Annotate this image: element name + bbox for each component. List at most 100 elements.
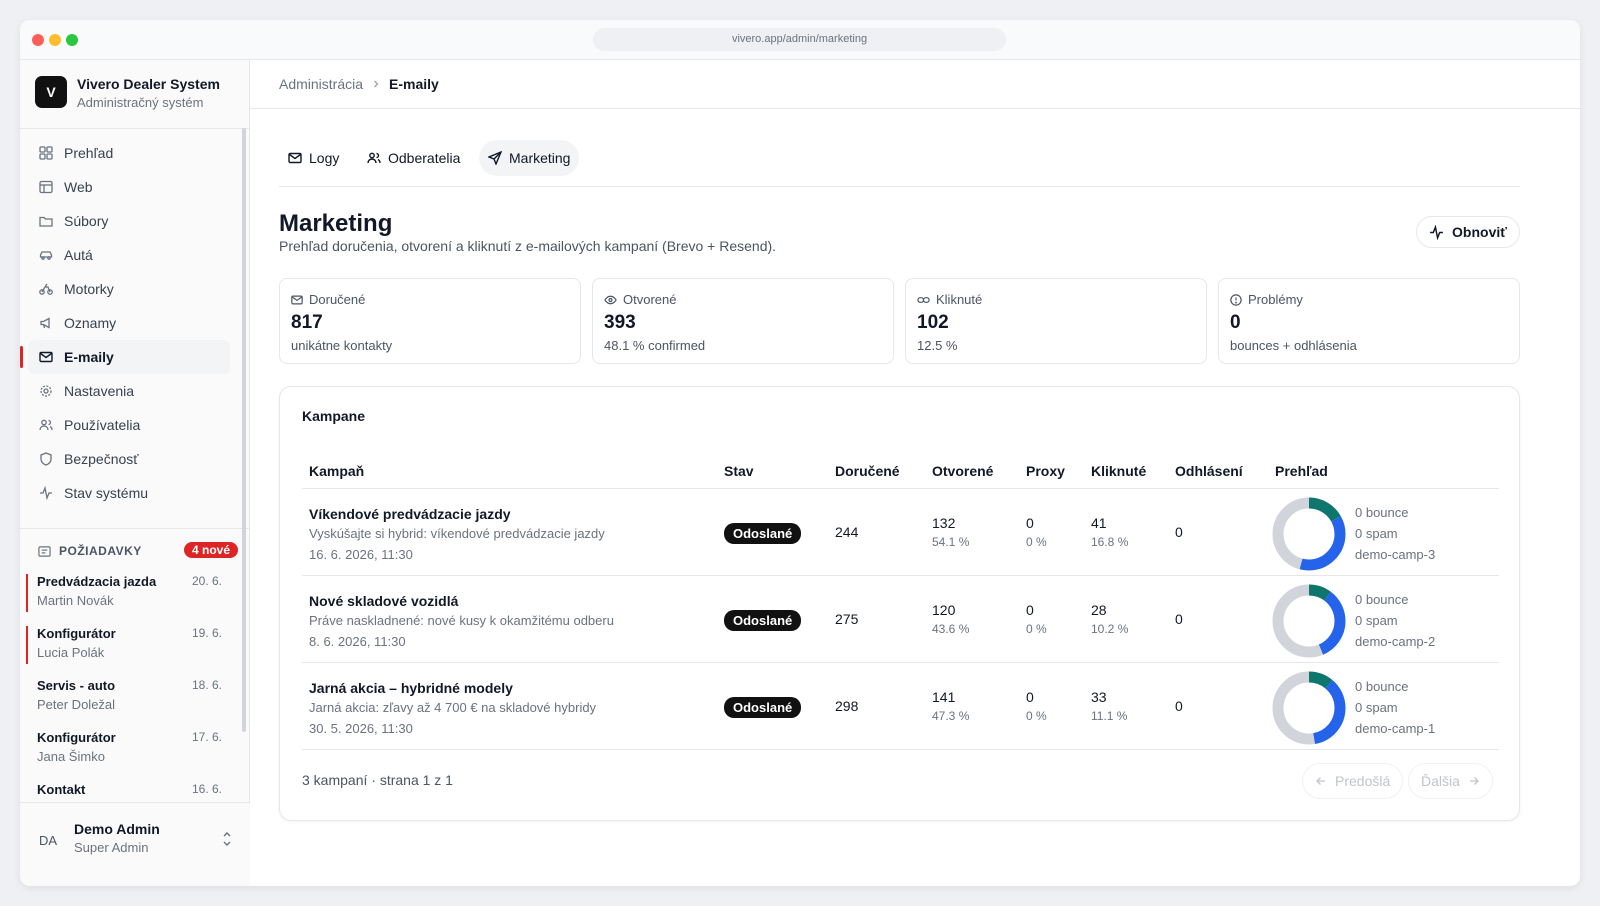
user-role: Super Admin — [74, 840, 149, 855]
campaign-tag: demo-camp-2 — [1355, 634, 1436, 649]
minimize-window-button[interactable] — [49, 34, 61, 46]
divider — [20, 528, 250, 529]
sidebar-item-pouzivatelia[interactable]: Používatelia — [28, 408, 230, 442]
column-header: Doručené — [835, 463, 900, 479]
page-description: Prehľad doručenia, otvorení a kliknutí z… — [279, 238, 777, 254]
table-row[interactable]: Nové skladové vozidlá Práve naskladnené:… — [302, 576, 1499, 663]
address-bar[interactable]: vivero.app/admin/marketing — [593, 28, 1006, 51]
sidebar-item-label: E-maily — [64, 349, 114, 365]
tab-logy[interactable]: Logy — [279, 140, 348, 176]
campaign-donut-chart — [1272, 584, 1346, 658]
stat-label-text: Kliknuté — [936, 292, 983, 307]
arrow-left-icon — [1315, 775, 1327, 787]
sidebar-item-label: Bezpečnosť — [64, 451, 139, 467]
clicked-percent: 11.1 % — [1091, 709, 1128, 723]
campaign-date: 8. 6. 2026, 11:30 — [309, 634, 406, 649]
campaign-tag: demo-camp-1 — [1355, 721, 1436, 736]
proxy-count: 0 — [1026, 689, 1034, 705]
clicked-percent: 16.8 % — [1091, 535, 1129, 549]
request-item[interactable]: Servis - auto 18. 6. Peter Doležal — [26, 678, 230, 730]
sidebar-item-label: Prehľad — [64, 145, 114, 161]
spam-count: 0 spam — [1355, 526, 1398, 541]
stat-value: 393 — [604, 312, 636, 333]
sidebar-item-label: Súbory — [64, 213, 109, 229]
layout-icon — [38, 179, 54, 195]
request-item[interactable]: Predvádzacia jazda 20. 6. Martin Novák — [26, 574, 230, 626]
column-header: Stav — [724, 463, 754, 479]
sidebar-item-label: Nastavenia — [64, 383, 135, 399]
topbar: Administrácia E-maily — [250, 60, 1580, 109]
next-page-button[interactable]: Ďalšia — [1408, 763, 1493, 799]
sidebar-item-stav-systemu[interactable]: Stav systému — [28, 476, 230, 510]
tab-label: Logy — [309, 150, 340, 166]
request-type: Kontakt — [37, 782, 86, 797]
spam-count: 0 spam — [1355, 613, 1398, 628]
request-item[interactable]: Konfigurátor 17. 6. Jana Šimko — [26, 730, 230, 782]
table-row[interactable]: Jarná akcia – hybridné modely Jarná akci… — [302, 663, 1499, 750]
campaigns-card: Kampane Kampaň Stav Doručené Otvorené Pr… — [279, 386, 1520, 821]
alert-circle-icon — [1230, 293, 1242, 306]
user-menu[interactable]: DA Demo Admin Super Admin — [20, 802, 250, 886]
request-contact: Peter Doležal — [37, 697, 116, 712]
delivered-count: 275 — [835, 611, 859, 627]
stat-label: Kliknuté — [917, 292, 982, 307]
sidebar-item-nastavenia[interactable]: Nastavenia — [28, 374, 230, 408]
campaign-donut-chart — [1272, 671, 1346, 745]
unsubscribed-count: 0 — [1175, 698, 1183, 714]
stat-card-delivered: Doručené 817 unikátne kontakty — [279, 278, 581, 364]
previous-page-button[interactable]: Predošlá — [1302, 763, 1404, 799]
request-date: 19. 6. — [191, 626, 222, 640]
campaign-subject: Práve naskladnené: nové kusy k okamžitém… — [309, 613, 614, 628]
stat-label-text: Otvorené — [623, 292, 677, 307]
avatar: DA — [38, 833, 58, 848]
request-type: Konfigurátor — [37, 730, 116, 745]
mail-icon — [288, 151, 302, 165]
column-header: Odhlásení — [1175, 463, 1243, 479]
sidebar-nav: Prehľad Web Súbory Autá Motorky Oznamy E… — [20, 136, 230, 510]
request-item[interactable]: Kontakt 16. 6. — [26, 782, 230, 804]
opened-percent: 43.6 % — [932, 622, 970, 636]
brand-title: Vivero Dealer System — [77, 76, 220, 92]
stat-card-opened: Otvorené 393 48.1 % confirmed — [592, 278, 894, 364]
stat-card-problems: Problémy 0 bounces + odhlásenia — [1218, 278, 1520, 364]
sidebar-item-prehlad[interactable]: Prehľad — [28, 136, 230, 170]
shield-icon — [38, 451, 54, 467]
link-icon — [917, 294, 930, 306]
refresh-button[interactable]: Obnoviť — [1416, 216, 1520, 248]
campaign-name: Jarná akcia – hybridné modely — [309, 680, 513, 696]
requests-list: Predvádzacia jazda 20. 6. Martin Novák K… — [26, 574, 230, 804]
sidebar-item-subory[interactable]: Súbory — [28, 204, 230, 238]
sidebar-item-motorky[interactable]: Motorky — [28, 272, 230, 306]
tab-marketing[interactable]: Marketing — [479, 140, 580, 176]
stat-label: Problémy — [1230, 292, 1303, 307]
bike-icon — [38, 281, 54, 297]
breadcrumb-parent[interactable]: Administrácia — [279, 76, 363, 92]
tab-label: Odberatelia — [388, 150, 461, 166]
sidebar-item-web[interactable]: Web — [28, 170, 230, 204]
sidebar-item-e-maily[interactable]: E-maily — [20, 340, 230, 374]
clicked-count: 33 — [1091, 689, 1107, 705]
request-contact: Lucia Polák — [37, 645, 105, 660]
stat-card-clicked: Kliknuté 102 12.5 % — [905, 278, 1207, 364]
sidebar-item-auta[interactable]: Autá — [28, 238, 230, 272]
stat-subtext: bounces + odhlásenia — [1230, 338, 1357, 353]
table-row[interactable]: Víkendové predvádzacie jazdy Vyskúšajte … — [302, 489, 1499, 576]
breadcrumb: Administrácia E-maily — [279, 76, 439, 92]
requests-header[interactable]: POŽIADAVKY 4 nové — [38, 540, 238, 562]
sidebar-scrollbar[interactable] — [242, 128, 246, 732]
tab-odberatelia[interactable]: Odberatelia — [358, 140, 469, 176]
sidebar-item-oznamy[interactable]: Oznamy — [28, 306, 230, 340]
campaign-name: Nové skladové vozidlá — [309, 593, 459, 609]
status-badge: Odoslané — [724, 523, 802, 544]
email-tabs: Logy Odberatelia Marketing — [279, 140, 1520, 187]
megaphone-icon — [38, 315, 54, 331]
close-window-button[interactable] — [32, 34, 44, 46]
bounce-count: 0 bounce — [1355, 592, 1409, 607]
request-item[interactable]: Konfigurátor 19. 6. Lucia Polák — [26, 626, 230, 678]
request-contact: Jana Šimko — [37, 749, 105, 764]
delivered-count: 298 — [835, 698, 859, 714]
maximize-window-button[interactable] — [66, 34, 78, 46]
campaign-tag: demo-camp-3 — [1355, 547, 1436, 562]
sidebar-item-label: Používatelia — [64, 417, 141, 433]
sidebar-item-bezpecnost[interactable]: Bezpečnosť — [28, 442, 230, 476]
